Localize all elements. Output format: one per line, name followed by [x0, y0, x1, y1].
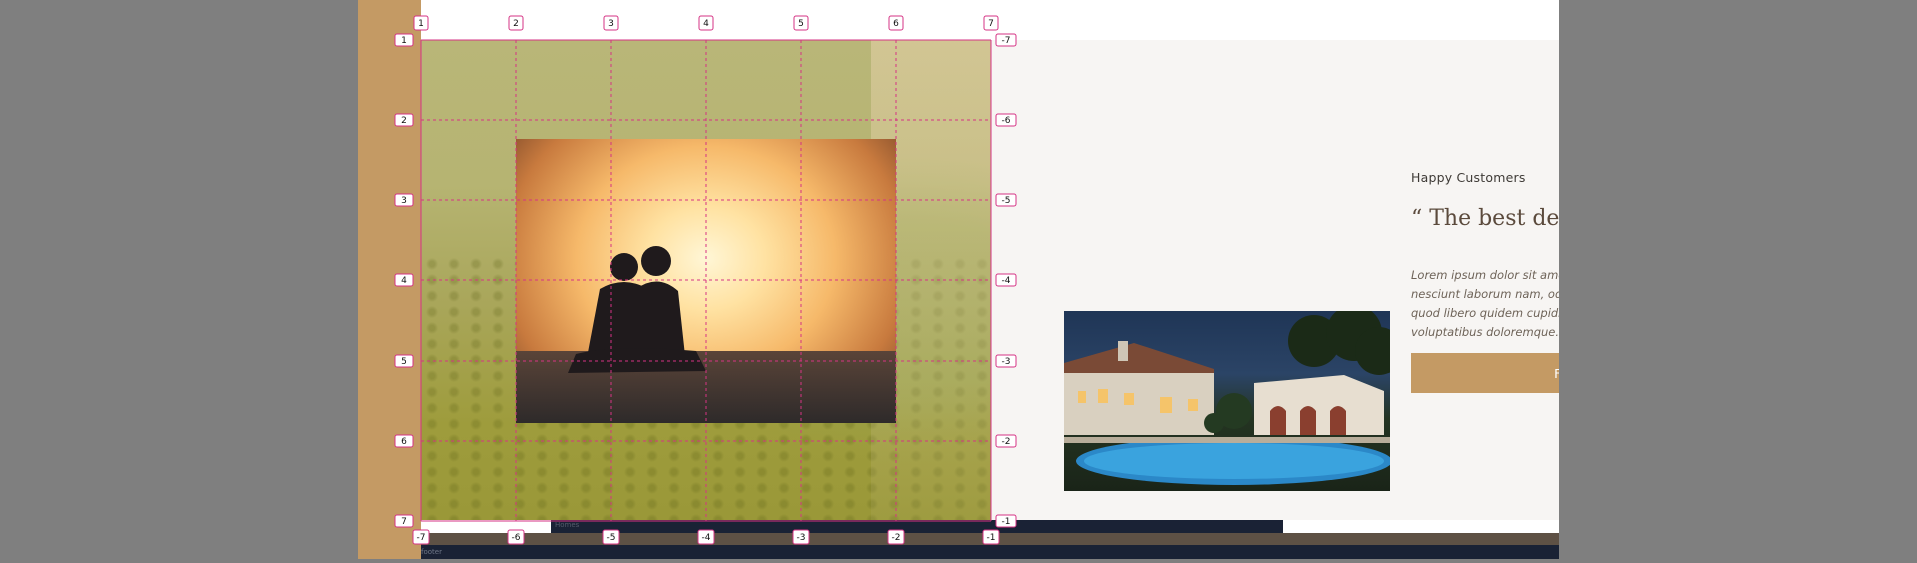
grid-column-badge-bottom: -6 [507, 529, 525, 545]
grid-inspector-overlay: 1 2 3 4 5 6 7 -7 -6 -5 -4 -3 -2 -1 1 2 3 4 5 6 7 -7 -6 -5 -4 -3 -2… [394, 15, 1017, 545]
svg-text:5: 5 [401, 357, 407, 367]
grid-row-badge-left: 7 [394, 514, 414, 528]
grid-row-badge-right: -1 [995, 514, 1017, 528]
svg-text:2: 2 [513, 19, 519, 29]
grid-column-badge-bottom: -3 [792, 529, 810, 545]
svg-text:1: 1 [418, 19, 424, 29]
svg-text:-1: -1 [987, 533, 996, 543]
svg-text:5: 5 [798, 19, 804, 29]
grid-column-badge-bottom: -7 [412, 529, 430, 545]
svg-text:-3: -3 [797, 533, 806, 543]
svg-text:4: 4 [703, 19, 709, 29]
svg-text:4: 4 [401, 276, 407, 286]
svg-text:6: 6 [401, 437, 407, 447]
grid-row-badge-right: -3 [995, 354, 1017, 368]
grid-column-badge-bottom: -5 [602, 529, 620, 545]
grid-row-badge-left: 1 [394, 33, 414, 47]
grid-column-badge-top: 3 [603, 15, 619, 31]
grid-row-badge-right: -4 [995, 273, 1017, 287]
grid-row-badge-left: 2 [394, 113, 414, 127]
grid-column-badge-top: 2 [508, 15, 524, 31]
grid-row-badge-left: 4 [394, 273, 414, 287]
grid-row-badge-right: -6 [995, 113, 1017, 127]
grid-column-badge-top: 6 [888, 15, 904, 31]
svg-text:-7: -7 [417, 533, 426, 543]
svg-text:6: 6 [893, 19, 899, 29]
svg-text:7: 7 [401, 517, 407, 527]
grid-row-badge-left: 5 [394, 354, 414, 368]
grid-column-badge-top: 7 [983, 15, 999, 31]
grid-row-badge-right: -2 [995, 434, 1017, 448]
svg-text:-4: -4 [1002, 276, 1011, 286]
grid-column-badge-top: 4 [698, 15, 714, 31]
grid-row-badge-left: 3 [394, 193, 414, 207]
svg-text:3: 3 [608, 19, 614, 29]
grid-row-badge-right: -7 [995, 33, 1017, 47]
grid-column-badge-bottom: -2 [887, 529, 905, 545]
svg-text:3: 3 [401, 196, 407, 206]
svg-text:-4: -4 [702, 533, 711, 543]
grid-column-badge-bottom: -1 [982, 529, 1000, 545]
svg-text:-2: -2 [892, 533, 901, 543]
grid-column-badge-top: 5 [793, 15, 809, 31]
grid-row-badge-left: 6 [394, 434, 414, 448]
svg-text:7: 7 [988, 19, 994, 29]
svg-text:-6: -6 [1002, 116, 1011, 126]
svg-text:-5: -5 [607, 533, 616, 543]
svg-text:-6: -6 [512, 533, 521, 543]
svg-text:-7: -7 [1002, 36, 1011, 46]
svg-text:2: 2 [401, 116, 407, 126]
svg-text:-3: -3 [1002, 357, 1011, 367]
grid-column-badge-bottom: -4 [697, 529, 715, 545]
svg-text:1: 1 [401, 36, 407, 46]
svg-text:-2: -2 [1002, 437, 1011, 447]
grid-column-badge-top: 1 [413, 15, 429, 31]
svg-text:-5: -5 [1002, 196, 1011, 206]
grid-row-badge-right: -5 [995, 193, 1017, 207]
svg-text:-1: -1 [1002, 517, 1011, 527]
